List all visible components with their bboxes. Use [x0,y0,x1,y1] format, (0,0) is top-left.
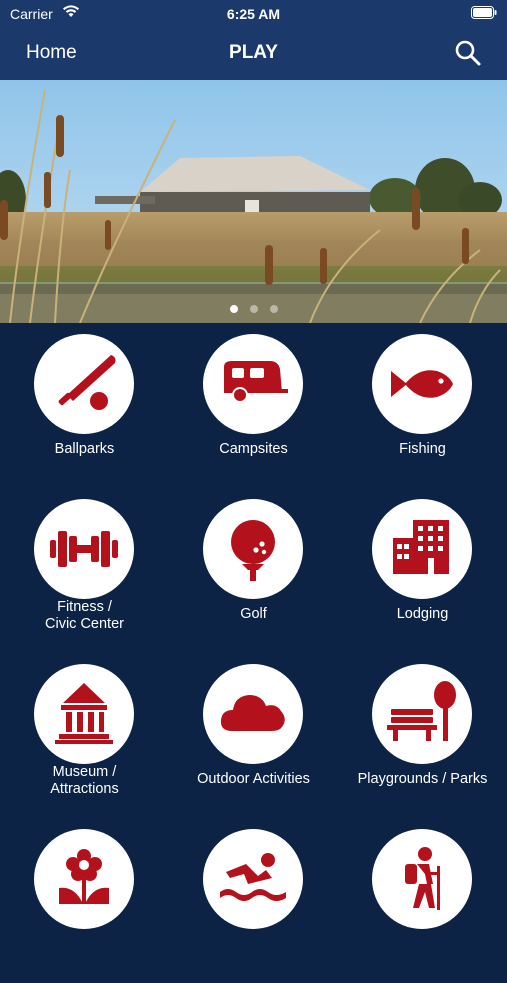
search-icon[interactable] [453,38,483,68]
category-circle[interactable] [203,334,303,434]
hero-carousel[interactable] [0,80,507,323]
golf-ball-icon [231,520,275,581]
category-label: Playgrounds / Parks [357,771,488,787]
category-label: Campsites [219,441,288,457]
category-circle[interactable] [34,829,134,929]
category-circle[interactable] [34,664,134,764]
top-bar: Carrier 6:25 AM Home PLAY [0,0,507,80]
category-fitness-civic-center[interactable]: Fitness / Civic Center [0,488,169,653]
category-label: Fitness / Civic Center [45,599,124,632]
category-circle[interactable] [372,664,472,764]
category-circle[interactable] [203,499,303,599]
category-circle[interactable] [372,499,472,599]
category-circle[interactable] [34,499,134,599]
category-golf[interactable]: Golf [169,488,338,653]
category-label: Ballparks [54,441,115,457]
category-fishing[interactable]: Fishing [338,323,507,488]
dumbbell-icon [50,531,118,567]
category-label: Fishing [399,441,446,457]
hero-image [0,80,507,323]
status-time: 6:25 AM [226,6,281,22]
category-ballparks[interactable]: Ballparks [0,323,169,488]
category-outdoor-activities[interactable]: Outdoor Activities [169,653,338,818]
flower-icon [59,849,109,904]
battery-icon [471,6,497,19]
category-lodging[interactable]: Lodging [338,488,507,653]
baseball-bat-icon [58,355,116,410]
museum-icon [55,683,113,744]
category-playgrounds-parks[interactable]: Playgrounds / Parks [338,653,507,818]
navigation-bar: Home PLAY [0,28,507,80]
category-item[interactable] [338,818,507,983]
category-museum-attractions[interactable]: Museum / Attractions [0,653,169,818]
category-item[interactable] [0,818,169,983]
category-label: Outdoor Activities [197,771,310,787]
category-circle[interactable] [372,829,472,929]
category-circle[interactable] [203,664,303,764]
category-item[interactable] [169,818,338,983]
fish-icon [391,370,453,398]
hiker-icon [405,847,440,910]
category-campsites[interactable]: Campsites [169,323,338,488]
category-label: Lodging [396,606,449,622]
carousel-page-indicator[interactable] [0,300,507,318]
carousel-dot[interactable] [229,305,238,313]
carousel-dot[interactable] [269,305,278,313]
status-bar: Carrier 6:25 AM [0,0,507,28]
park-bench-tree-icon [387,681,456,741]
category-label: Golf [240,606,267,622]
category-circle[interactable] [372,334,472,434]
category-circle[interactable] [203,829,303,929]
cloud-icon [220,695,285,731]
carousel-dot[interactable] [249,305,258,313]
camper-trailer-icon [224,361,288,403]
category-label: Museum / Attractions [50,764,119,797]
swimmer-icon [220,853,286,901]
home-back-button[interactable]: Home [26,42,77,64]
hotel-building-icon [393,520,449,574]
category-grid: Ballparks Campsites Fishing Fitness / Ci… [0,323,507,929]
category-circle[interactable] [34,334,134,434]
